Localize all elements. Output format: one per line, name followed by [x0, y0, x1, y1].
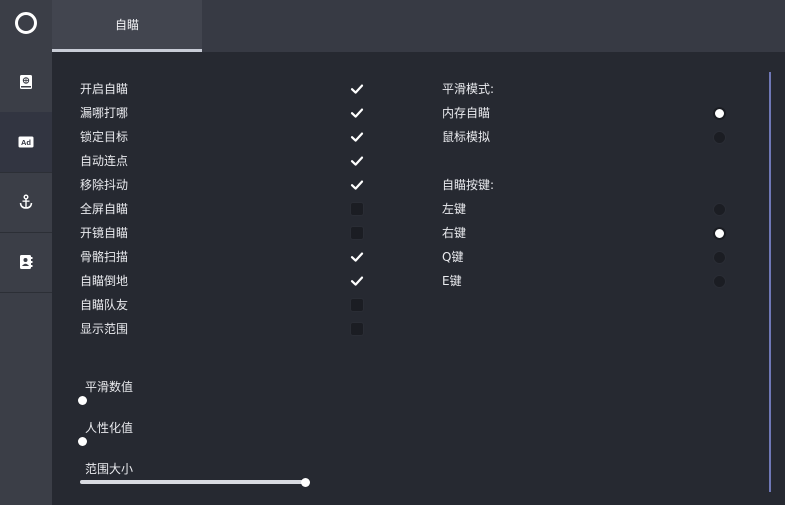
option-label: 自瞄倒地 [80, 274, 129, 288]
sidebar-item-anchor[interactable] [0, 172, 52, 233]
book-globe-icon [20, 75, 32, 89]
option-checkbox[interactable] [350, 226, 364, 240]
option-checkbox[interactable] [350, 298, 364, 312]
checkmark-icon [350, 132, 364, 142]
option-label: 锁定目标 [80, 130, 129, 144]
slider-label: 人性化值 [85, 421, 134, 435]
ad-icon: Ad [18, 136, 34, 148]
option-checkbox[interactable] [350, 250, 364, 264]
slider-label: 平滑数值 [85, 380, 134, 394]
app-logo-icon [0, 0, 52, 46]
option-label: 开镜自瞄 [80, 226, 129, 240]
aim-key-option-label: 左键 [442, 202, 467, 216]
sidebar-item-globe[interactable] [0, 52, 52, 113]
checkmark-icon [350, 276, 364, 286]
option-checkbox[interactable] [350, 274, 364, 288]
smooth-mode-option-label: 鼠标模拟 [442, 130, 491, 144]
smooth-mode-title: 平滑模式: [442, 82, 495, 96]
aim-key-radio[interactable] [713, 203, 726, 216]
option-checkbox[interactable] [350, 322, 364, 336]
option-checkbox[interactable] [350, 130, 364, 144]
checkmark-icon [350, 108, 364, 118]
aim-key-title: 自瞄按键: [442, 178, 495, 192]
option-label: 自瞄队友 [80, 298, 129, 312]
option-label: 漏哪打哪 [80, 106, 129, 120]
sidebar-item-ad[interactable]: Ad [0, 112, 52, 173]
checkmark-icon [350, 84, 364, 94]
tab-aim[interactable]: 自瞄 [52, 0, 202, 52]
aim-key-radio[interactable] [713, 227, 726, 240]
slider-knob[interactable] [78, 395, 87, 405]
option-label: 显示范围 [80, 322, 129, 336]
aim-key-option-label: 右键 [442, 226, 467, 240]
option-label: 自动连点 [80, 154, 129, 168]
contact-book-icon [20, 255, 33, 269]
option-checkbox[interactable] [350, 154, 364, 168]
slider-knob[interactable] [78, 436, 87, 446]
top-bar: 自瞄 [52, 0, 785, 52]
checkmark-icon [350, 156, 364, 166]
slider-knob[interactable] [301, 477, 310, 487]
smooth-mode-option-label: 内存自瞄 [442, 106, 491, 120]
smooth-mode-radio[interactable] [713, 131, 726, 144]
sidebar: Ad [0, 0, 52, 505]
aim-settings-panel: 开启自瞄漏哪打哪锁定目标自动连点移除抖动全屏自瞄开镜自瞄骨骼扫描自瞄倒地自瞄队友… [52, 52, 785, 505]
option-label: 全屏自瞄 [80, 202, 129, 216]
smooth-mode-radio[interactable] [713, 107, 726, 120]
aim-key-option-label: E键 [442, 274, 462, 288]
option-label: 骨骼扫描 [80, 250, 129, 264]
slider-label: 范围大小 [85, 462, 134, 476]
slider-track[interactable] [80, 480, 303, 484]
option-checkbox[interactable] [350, 82, 364, 96]
aim-key-option-label: Q键 [442, 250, 464, 264]
ad-icon-label: Ad [21, 138, 31, 147]
scrollbar[interactable] [769, 72, 771, 492]
checkmark-icon [350, 252, 364, 262]
sidebar-item-contacts[interactable] [0, 232, 52, 293]
option-label: 开启自瞄 [80, 82, 129, 96]
aim-key-radio[interactable] [713, 275, 726, 288]
option-checkbox[interactable] [350, 178, 364, 192]
option-checkbox[interactable] [350, 106, 364, 120]
checkmark-icon [350, 180, 364, 190]
anchor-icon [19, 194, 33, 209]
option-label: 移除抖动 [80, 178, 129, 192]
option-checkbox[interactable] [350, 202, 364, 216]
aim-key-radio[interactable] [713, 251, 726, 264]
